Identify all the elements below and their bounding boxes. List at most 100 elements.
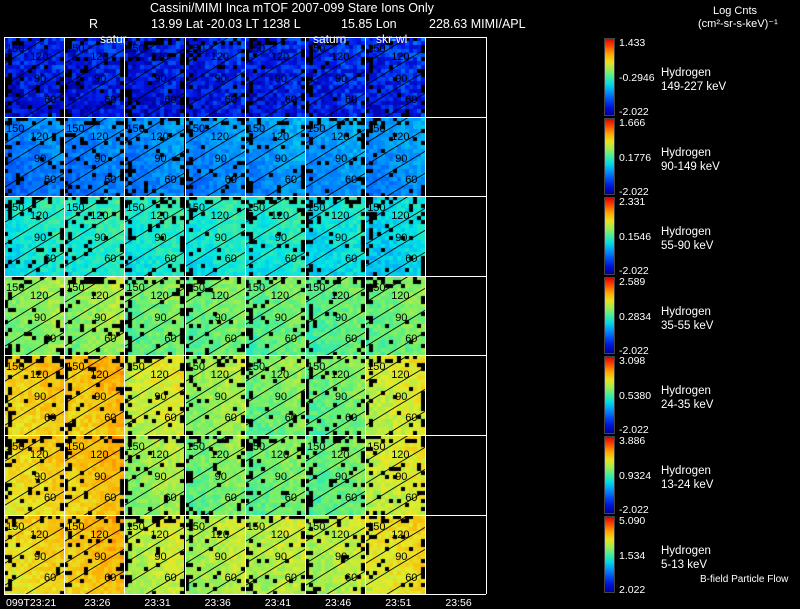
species-label: Hydrogen 13-24 keV <box>661 464 713 492</box>
contour-label: 60 <box>345 253 358 266</box>
energy-range: 5-13 keV <box>661 558 708 571</box>
contour-label: 90 <box>34 550 47 563</box>
contour-label: 120 <box>150 289 169 302</box>
contour-label: 60 <box>405 253 418 266</box>
contour-label: 150 <box>307 202 326 215</box>
contour-label: 150 <box>66 361 85 374</box>
contour-label: 90 <box>395 73 408 85</box>
contour-label: 120 <box>30 51 49 63</box>
contour-label: 120 <box>331 130 350 143</box>
contour-label: 90 <box>395 152 408 165</box>
image-panel: 150 120 90 60 <box>305 275 365 356</box>
colorbar <box>604 276 615 355</box>
image-panel: 150 120 90 60 <box>124 514 185 595</box>
skr-label: skr-wl <box>376 32 408 46</box>
contour-label: 90 <box>34 391 47 404</box>
contour-label: 120 <box>270 369 290 382</box>
contour-label: 120 <box>331 449 350 461</box>
contour-label: 90 <box>274 391 288 404</box>
image-panel: 150 120 90 60 <box>244 196 305 276</box>
contour-label: 150 <box>307 441 326 453</box>
image-panel: 150 120 90 60 <box>124 37 185 117</box>
contour-label: 60 <box>164 412 177 425</box>
image-panel <box>425 117 485 197</box>
grid-line-horizontal <box>4 594 486 596</box>
contour-label: 150 <box>66 202 85 215</box>
contour-label: 60 <box>345 332 358 345</box>
contour-label: 150 <box>66 520 85 533</box>
image-panel: 150 120 90 60 <box>244 116 305 197</box>
contour-label: 90 <box>335 550 348 563</box>
image-panel: 150 120 90 60 <box>365 275 426 356</box>
contour-label: 90 <box>395 550 408 563</box>
contour-label: 60 <box>104 571 117 584</box>
contour-label: 60 <box>164 332 177 345</box>
contour-label: 90 <box>335 152 348 165</box>
species-label: Hydrogen 90-149 keV <box>661 146 720 174</box>
contour-label: 60 <box>224 492 237 504</box>
contour-label: 120 <box>210 51 229 63</box>
image-panel: 150 120 90 60 <box>305 435 365 515</box>
units-title: Log Cnts <box>713 5 758 17</box>
grid-line-horizontal <box>4 435 486 436</box>
contour-label: 120 <box>150 369 169 382</box>
grid-line-horizontal <box>4 355 486 357</box>
contour-label: 150 <box>66 441 85 453</box>
contour-label: 60 <box>284 571 298 584</box>
contour-label: 90 <box>34 152 47 165</box>
saturn-label: saturn <box>313 32 347 46</box>
contour-label: 60 <box>104 412 117 425</box>
image-panel: 150 120 90 60 <box>305 196 365 276</box>
contour-label: 60 <box>164 492 177 504</box>
contour-label: 60 <box>44 173 57 186</box>
contour-label: 90 <box>214 232 227 245</box>
contour-label: 150 <box>367 122 386 135</box>
grid-line-vertical <box>184 37 186 595</box>
contour-label: 60 <box>224 412 237 425</box>
contour-label: 120 <box>90 369 109 382</box>
contour-label: 120 <box>270 210 290 223</box>
image-panel <box>425 515 485 595</box>
colorbar-mid-value: 0.5380 <box>619 390 652 403</box>
contour-label: 60 <box>345 412 358 425</box>
energy-range: 149-227 keV <box>661 81 727 93</box>
image-panel: 150 120 90 60 <box>244 435 305 515</box>
species-name: Hydrogen <box>661 544 711 557</box>
species-name: Hydrogen <box>661 305 711 318</box>
contour-label: 90 <box>274 73 288 85</box>
contour-label: 60 <box>44 412 57 425</box>
contour-label: 120 <box>331 528 350 541</box>
contour-label: 120 <box>391 130 410 143</box>
contour-label: 90 <box>94 73 107 85</box>
contour-label: 60 <box>224 94 237 106</box>
time-label: 23:36 <box>204 597 231 609</box>
contour-label: 150 <box>367 441 386 453</box>
contour-label: 90 <box>335 232 348 245</box>
contour-label: 90 <box>34 73 47 85</box>
contour-label: 120 <box>331 210 350 223</box>
contour-label: 60 <box>284 94 298 106</box>
contour-label: 150 <box>186 122 205 135</box>
image-panel: 150 120 90 60 <box>244 355 305 435</box>
grid-line-vertical <box>124 37 126 595</box>
contour-label: 120 <box>30 528 49 541</box>
time-label: 23:41 <box>264 597 292 609</box>
contour-label: 150 <box>6 281 25 294</box>
contour-label: 60 <box>405 571 418 584</box>
instrument-readout: 228.63 MIMI/APL <box>429 17 526 31</box>
contour-label: 150 <box>246 361 266 374</box>
contour-label: 120 <box>210 449 229 461</box>
contour-label: 90 <box>94 391 107 404</box>
contour-label: 60 <box>164 253 177 266</box>
contour-label: 60 <box>405 412 418 425</box>
grid-line-vertical <box>4 37 5 595</box>
image-panel: 150 120 90 60 <box>64 196 125 276</box>
contour-label: 150 <box>66 122 85 135</box>
image-panel <box>425 196 485 276</box>
contour-label: 60 <box>284 332 298 345</box>
contour-label: 60 <box>44 332 57 345</box>
species-label: Hydrogen 24-35 keV <box>661 384 713 412</box>
time-label: 23:56 <box>445 597 472 609</box>
contour-label: 90 <box>34 471 47 483</box>
image-panel: 150 120 90 60 <box>4 37 64 117</box>
